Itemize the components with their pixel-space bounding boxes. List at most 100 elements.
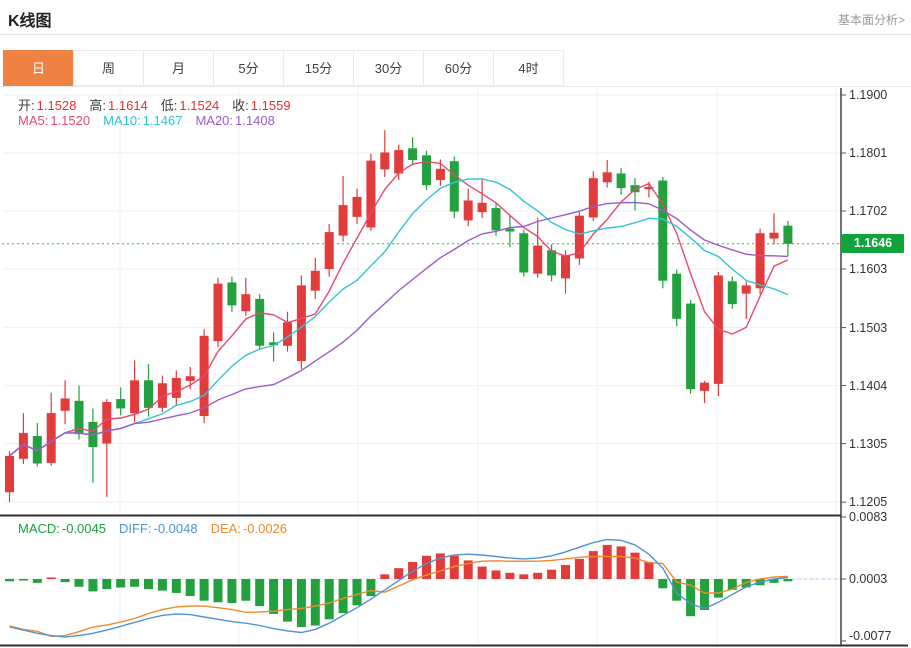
macd-legend: MACD:-0.0045 DIFF:-0.0048 DEA:-0.0026 bbox=[18, 521, 287, 536]
candle-body bbox=[603, 172, 612, 182]
macd-bar bbox=[325, 579, 334, 619]
macd-bar bbox=[589, 551, 598, 579]
macd-bar bbox=[700, 579, 709, 610]
macd-bar bbox=[227, 579, 236, 603]
price-axis-label: 1.1305 bbox=[849, 436, 907, 452]
candle-body bbox=[547, 250, 556, 275]
candle-body bbox=[617, 174, 626, 189]
macd-bar bbox=[130, 579, 139, 587]
macd-axis-label: 0.0003 bbox=[849, 571, 907, 587]
macd-bar bbox=[783, 579, 792, 581]
candle-body bbox=[519, 233, 528, 272]
macd-bar bbox=[241, 579, 250, 601]
macd-bar bbox=[116, 579, 125, 588]
price-axis-label: 1.1205 bbox=[849, 494, 907, 510]
macd-bar bbox=[603, 545, 612, 579]
macd-bar bbox=[492, 570, 501, 579]
candle-body bbox=[770, 233, 779, 239]
price-axis-label: 1.1801 bbox=[849, 145, 907, 161]
macd-bar bbox=[33, 579, 42, 583]
macd-bar bbox=[5, 579, 14, 581]
candle-body bbox=[408, 148, 417, 160]
price-axis-label: 1.1503 bbox=[849, 320, 907, 336]
macd-bar bbox=[255, 579, 264, 606]
macd-bar bbox=[631, 553, 640, 579]
candle-body bbox=[130, 380, 139, 413]
macd-bar bbox=[200, 579, 209, 601]
price-axis-label: 1.1404 bbox=[849, 378, 907, 394]
candle-body bbox=[478, 203, 487, 212]
macd-bar bbox=[408, 562, 417, 579]
macd-bar bbox=[283, 579, 292, 622]
candle-body bbox=[464, 200, 473, 220]
current-price-badge: 1.1646 bbox=[842, 234, 904, 253]
ma-legend-item-0: MA5:1.1520 bbox=[18, 113, 90, 128]
ma-legend-item-1: MA10:1.1467 bbox=[103, 113, 182, 128]
macd-legend-item-0: MACD:-0.0045 bbox=[18, 521, 106, 536]
macd-bar bbox=[394, 568, 403, 579]
macd-legend-item-2: DEA:-0.0026 bbox=[211, 521, 287, 536]
candle-body bbox=[686, 304, 695, 390]
macd-bar bbox=[366, 579, 375, 596]
candle-body bbox=[561, 256, 570, 279]
macd-bar bbox=[714, 579, 723, 598]
macd-bar bbox=[102, 579, 111, 589]
candle-body bbox=[144, 380, 153, 408]
ma20-line bbox=[10, 203, 788, 456]
candle-body bbox=[783, 226, 792, 244]
candle-body bbox=[353, 197, 362, 217]
candle-body bbox=[102, 402, 111, 444]
candle-body bbox=[297, 285, 306, 361]
macd-bar bbox=[478, 567, 487, 579]
candle-body bbox=[756, 233, 765, 288]
ohlc-legend-item-2: 低:1.1524 bbox=[161, 95, 219, 114]
ma5-line bbox=[10, 162, 788, 456]
ma-legend-item-2: MA20:1.1408 bbox=[195, 113, 274, 128]
price-axis-label: 1.1900 bbox=[849, 87, 907, 103]
candle-body bbox=[728, 281, 737, 304]
candle-body bbox=[533, 246, 542, 274]
macd-bar bbox=[75, 579, 84, 587]
macd-legend-item-1: DIFF:-0.0048 bbox=[119, 521, 198, 536]
macd-bar bbox=[533, 573, 542, 579]
macd-bar bbox=[144, 579, 153, 589]
macd-bar bbox=[519, 574, 528, 579]
candle-body bbox=[186, 376, 195, 381]
macd-bar bbox=[158, 579, 167, 591]
macd-bar bbox=[297, 579, 306, 627]
candle-body bbox=[339, 205, 348, 235]
macd-axis-label: -0.0077 bbox=[849, 628, 907, 644]
macd-bar bbox=[658, 579, 667, 588]
kline-widget: K线图 基本面分析> 日周月5分15分30分60分4时 开:1.1528高:1.… bbox=[0, 0, 911, 648]
macd-bar bbox=[617, 546, 626, 579]
candle-body bbox=[394, 150, 403, 173]
macd-bar bbox=[575, 559, 584, 579]
candle-body bbox=[436, 169, 445, 180]
candle-body bbox=[61, 398, 70, 410]
macd-bar bbox=[172, 579, 181, 593]
macd-bar bbox=[47, 577, 56, 579]
candle-body bbox=[325, 232, 334, 269]
candle-body bbox=[742, 285, 751, 293]
ohlc-legend: 开:1.1528高:1.1614低:1.1524收:1.1559 bbox=[18, 95, 291, 114]
candle-body bbox=[311, 271, 320, 291]
candle-body bbox=[116, 399, 125, 408]
price-axis-label: 1.1702 bbox=[849, 203, 907, 219]
candle-body bbox=[672, 274, 681, 319]
ma-legend: MA5:1.1520 MA10:1.1467 MA20:1.1408 bbox=[18, 113, 275, 128]
candle-body bbox=[227, 282, 236, 305]
macd-bar bbox=[353, 579, 362, 605]
candle-body bbox=[380, 152, 389, 169]
candle-body bbox=[422, 155, 431, 185]
candle-body bbox=[241, 294, 250, 311]
macd-bar bbox=[339, 579, 348, 613]
candle-body bbox=[700, 383, 709, 391]
candle-body bbox=[214, 284, 223, 341]
ohlc-legend-item-0: 开:1.1528 bbox=[18, 95, 76, 114]
macd-bar bbox=[380, 574, 389, 579]
candle-body bbox=[255, 299, 264, 346]
candle-body bbox=[658, 181, 667, 281]
candle-body bbox=[450, 161, 459, 211]
macd-bar bbox=[19, 579, 28, 581]
macd-bar bbox=[186, 579, 195, 596]
